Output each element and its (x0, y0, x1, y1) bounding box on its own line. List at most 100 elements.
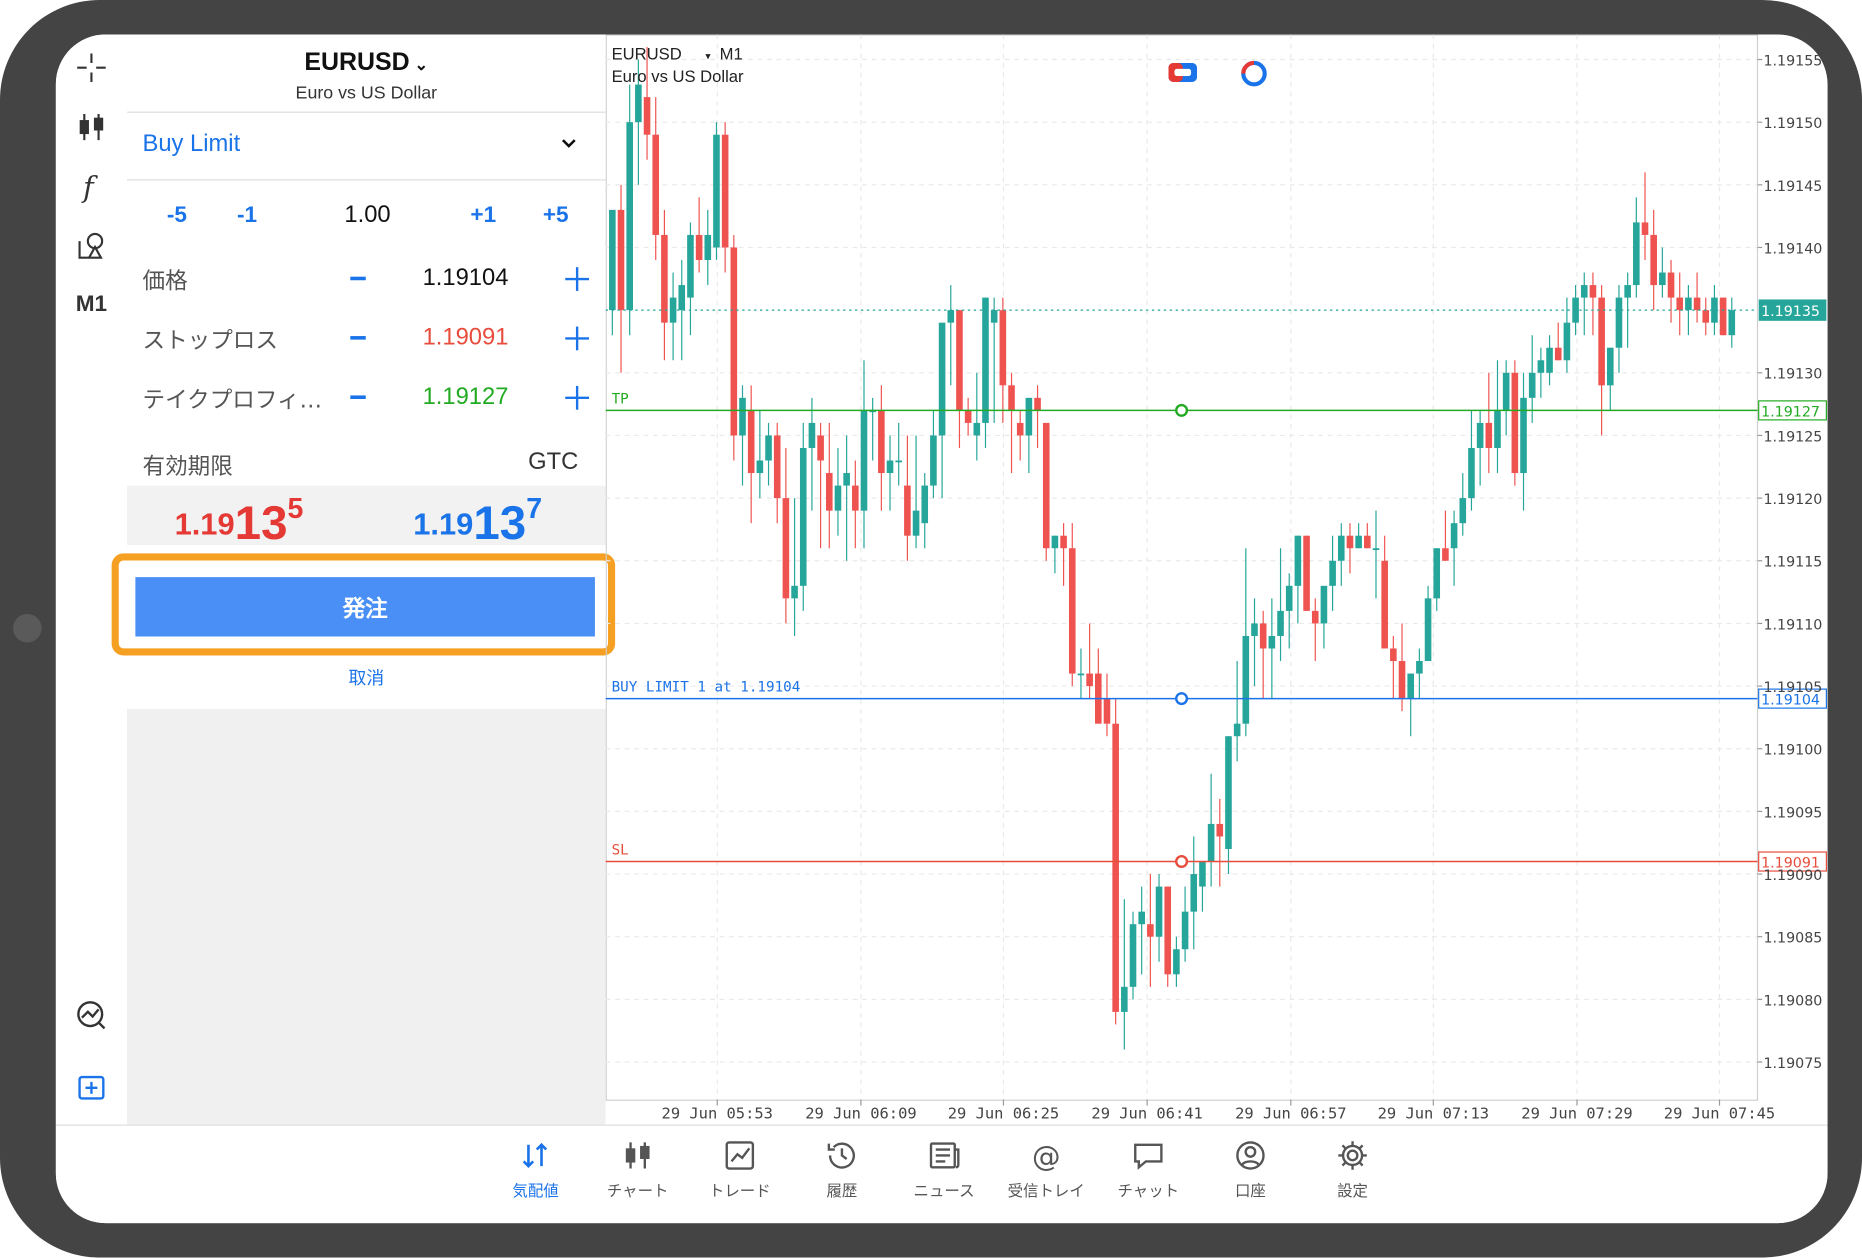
nav-quotes[interactable]: 気配値 (485, 1135, 587, 1201)
candle-body (982, 297, 989, 423)
stop-loss-increase-button[interactable] (565, 326, 589, 351)
candle (756, 410, 764, 499)
ask-price[interactable]: 1.19137 (413, 493, 542, 545)
candle (930, 410, 937, 499)
tablet-stage: f M1 EURUSD ⌄ Euro vs US Dollar Buy Limit (0, 0, 1862, 1258)
candle-body (1199, 861, 1206, 887)
buy-limit-line[interactable]: 1.19104BUY LIMIT 1 at 1.19104 (605, 679, 1827, 709)
candle (1051, 535, 1059, 574)
candle (1346, 523, 1354, 574)
chevron-down-icon[interactable] (557, 132, 581, 156)
candle (1416, 648, 1423, 699)
crosshair-icon[interactable] (70, 46, 113, 89)
analytics-icon[interactable] (70, 994, 113, 1037)
candle-body (765, 435, 772, 461)
cancel-link[interactable]: 取消 (127, 665, 606, 690)
nav-account[interactable]: 口座 (1199, 1135, 1301, 1201)
candle (1242, 548, 1250, 737)
take-profit-increase-button[interactable] (565, 385, 589, 410)
candle-body (1337, 535, 1345, 561)
volume-plus-1-button[interactable]: +1 (454, 203, 513, 229)
stop-loss-input[interactable]: 1.19091 (397, 324, 535, 351)
stop-loss-line[interactable]: 1.19091SL (605, 842, 1827, 872)
chart-canvas[interactable]: 1.19127TP 1.19104BUY LIMIT 1 at 1.19104 1.… (605, 34, 1828, 1124)
objects-icon[interactable] (70, 224, 113, 267)
nav-chart[interactable]: チャート (587, 1135, 689, 1201)
home-button[interactable] (13, 613, 42, 643)
function-icon[interactable]: f (70, 165, 113, 208)
candle-body (643, 97, 651, 135)
candle-body (1329, 560, 1336, 586)
nav-history[interactable]: 履歴 (791, 1135, 893, 1201)
bid-line[interactable]: 1.19135 (605, 299, 1827, 321)
nav-chat[interactable]: チャット (1097, 1135, 1199, 1201)
candle (1337, 523, 1345, 586)
bid-price[interactable]: 1.19135 (175, 493, 304, 545)
take-profit-line[interactable]: 1.19127 TP (605, 391, 1827, 421)
candle-body (1520, 397, 1527, 474)
candle-body (1416, 661, 1423, 674)
drag-handle[interactable] (1175, 854, 1189, 869)
drag-handle[interactable] (1175, 692, 1189, 706)
candle (964, 397, 972, 436)
order-type-select[interactable]: Buy Limit (143, 131, 241, 158)
nav-settings[interactable]: 設定 (1302, 1135, 1404, 1201)
stop-loss-decrease-button[interactable] (344, 336, 373, 341)
order-line-label: SL (612, 842, 629, 858)
candle-body (652, 134, 660, 235)
candle (1580, 272, 1588, 336)
candle (1502, 360, 1510, 436)
candle-body (1147, 924, 1154, 937)
chart-dropdown-icon[interactable]: ▾ (705, 50, 711, 62)
candle-body (635, 84, 642, 123)
price-input[interactable]: 1.19104 (397, 265, 535, 292)
signal-icon[interactable] (1241, 60, 1267, 87)
take-profit-decrease-button[interactable] (344, 395, 373, 400)
new-order-icon[interactable] (70, 1065, 113, 1108)
nav-news[interactable]: ニュース (893, 1135, 995, 1201)
candle-body (1042, 422, 1050, 549)
candle-body (1702, 310, 1710, 323)
candle (1355, 523, 1362, 549)
price-increase-button[interactable] (565, 267, 589, 291)
candle-body (1476, 422, 1484, 448)
settings-icon (1302, 1135, 1404, 1175)
candle (1390, 635, 1397, 699)
place-order-button[interactable]: 発注 (135, 577, 595, 637)
candle-body (1485, 422, 1493, 448)
symbol-selector[interactable]: EURUSD ⌄ (127, 49, 606, 78)
candle-body (1424, 598, 1432, 662)
drag-handle[interactable] (1175, 403, 1189, 417)
expiry-select[interactable]: GTC (483, 449, 578, 476)
timeframe-button[interactable]: M1 (70, 284, 113, 327)
candle-body (782, 498, 790, 599)
candle-body (1598, 297, 1605, 386)
volume-input[interactable]: 1.00 (329, 202, 406, 229)
candle-body (912, 510, 920, 536)
one-click-trading-icon[interactable] (1168, 62, 1198, 82)
candle (1303, 535, 1310, 611)
candle-body (999, 310, 1007, 386)
nav-mailbox[interactable]: @ 受信トレイ (995, 1135, 1097, 1200)
take-profit-input[interactable]: 1.19127 (397, 384, 535, 411)
candle (739, 385, 746, 486)
candle-body (661, 234, 668, 323)
candle (1424, 585, 1432, 662)
volume-minus-5-button[interactable]: -5 (147, 203, 206, 229)
volume-minus-1-button[interactable]: -1 (217, 203, 276, 229)
candle (973, 372, 981, 461)
candle-body (956, 310, 963, 411)
nav-trade[interactable]: トレード (689, 1135, 791, 1201)
candle-body (1528, 372, 1536, 398)
candles-icon[interactable] (70, 106, 113, 149)
price-chart[interactable]: 1.19127 TP 1.19104 BUY LIMIT 1 at 1.19104 1.… (605, 34, 1828, 1124)
candle (860, 360, 868, 549)
candle (1381, 535, 1388, 649)
candle (617, 184, 625, 373)
candle-body (1667, 272, 1675, 298)
ask-price-pip: 7 (526, 492, 543, 525)
candle (1207, 773, 1215, 887)
candle (1433, 548, 1441, 611)
price-decrease-button[interactable] (344, 276, 373, 282)
volume-plus-5-button[interactable]: +5 (526, 203, 585, 229)
